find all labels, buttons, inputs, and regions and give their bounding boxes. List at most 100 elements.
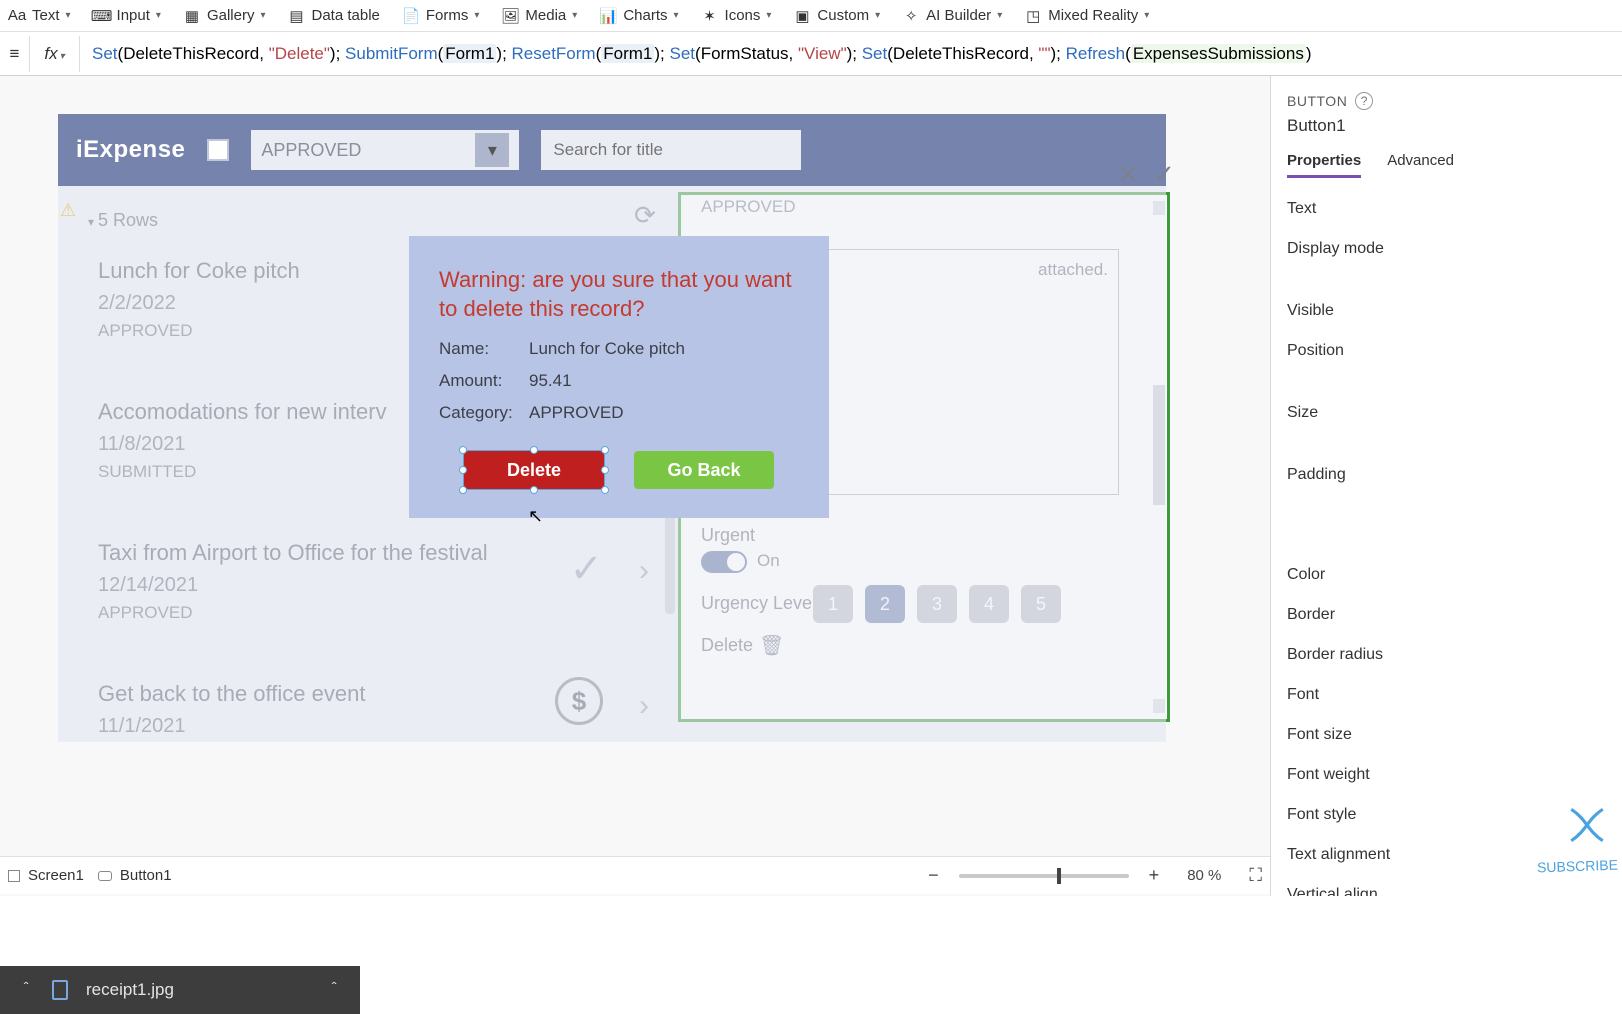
breadcrumb-label: Button1 <box>120 867 172 884</box>
chevron-right-icon[interactable]: › <box>639 689 649 723</box>
ribbon-gallery-label: Gallery <box>207 7 255 24</box>
ribbon-text[interactable]: AaText▾ <box>8 7 71 25</box>
prop-row-fontweight[interactable]: Font weight <box>1287 766 1622 784</box>
selection-handle[interactable] <box>601 486 609 494</box>
tab-properties[interactable]: Properties <box>1287 152 1361 178</box>
dialog-field-label: Amount: <box>439 371 529 391</box>
dna-logo-icon <box>1566 804 1608 846</box>
list-item-status: APPROVED <box>98 603 653 623</box>
scroll-thumb[interactable] <box>1153 385 1165 505</box>
scroll-down-icon[interactable] <box>1153 699 1165 713</box>
zoom-slider-thumb[interactable] <box>1057 868 1061 884</box>
formula-input[interactable]: Set(DeleteThisRecord, "Delete"); SubmitF… <box>80 44 1622 64</box>
app-canvas[interactable]: iExpense APPROVED ▾ ⚠ ▾5 Rows ⟳ Lunch fo… <box>58 114 1166 742</box>
close-icon[interactable]: ✕ <box>1117 159 1139 190</box>
filter-dropdown[interactable]: APPROVED ▾ <box>251 130 519 170</box>
aibuilder-icon: ✧ <box>902 7 920 25</box>
selection-handle[interactable] <box>459 466 467 474</box>
prop-row-border[interactable]: Border <box>1287 606 1622 624</box>
dropdown-chevron-icon[interactable]: ▾ <box>475 133 509 167</box>
prop-row-position[interactable]: Position <box>1287 342 1622 360</box>
confirm-check-icon[interactable]: ✓ <box>1153 159 1175 190</box>
chevron-down-icon: ▾ <box>572 10 577 21</box>
ribbon-input[interactable]: ⌨Input▾ <box>93 7 161 25</box>
download-file-bar[interactable]: ＾ receipt1.jpg ＾ <box>0 966 360 1014</box>
dialog-warning-text: Warning: are you sure that you want to d… <box>409 236 829 333</box>
dialog-field-value: 95.41 <box>529 371 572 391</box>
dialog-field-value: APPROVED <box>529 403 623 423</box>
tab-advanced[interactable]: Advanced <box>1387 152 1454 178</box>
breadcrumb-screen[interactable]: Screen1 <box>8 867 84 884</box>
urgency-btn-5[interactable]: 5 <box>1021 585 1061 623</box>
zoom-out-button[interactable]: − <box>922 865 945 886</box>
help-icon[interactable]: ? <box>1355 92 1373 110</box>
ribbon-mixedreality[interactable]: ◳Mixed Reality▾ <box>1024 7 1149 25</box>
selection-handle[interactable] <box>459 486 467 494</box>
chevron-up-icon[interactable]: ＾ <box>326 978 342 1002</box>
properties-tabs: Properties Advanced <box>1287 152 1622 178</box>
prop-row-color[interactable]: Color <box>1287 566 1622 584</box>
ribbon-custom-label: Custom <box>817 7 869 24</box>
fx-button[interactable]: fx▾ <box>30 36 80 72</box>
prop-row-displaymode[interactable]: Display mode <box>1287 240 1622 258</box>
ribbon-custom[interactable]: ▣Custom▾ <box>793 7 880 25</box>
go-back-button[interactable]: Go Back <box>634 451 774 489</box>
ribbon-icons-label: Icons <box>725 7 761 24</box>
selection-handle[interactable] <box>459 446 467 454</box>
selection-handle[interactable] <box>601 446 609 454</box>
selection-handle[interactable] <box>530 446 538 454</box>
ribbon-datatable[interactable]: ▤Data table <box>288 7 380 25</box>
prop-row-borderradius[interactable]: Border radius <box>1287 646 1622 664</box>
selection-handle[interactable] <box>530 486 538 494</box>
ribbon-aibuilder[interactable]: ✧AI Builder▾ <box>902 7 1002 25</box>
list-item[interactable]: Taxi from Airport to Office for the fest… <box>88 526 663 641</box>
selection-handle[interactable] <box>601 466 609 474</box>
delete-label: Delete <box>701 635 753 656</box>
zoom-in-button[interactable]: + <box>1143 865 1166 886</box>
dialog-field-amount: Amount:95.41 <box>409 365 829 397</box>
chevron-down-icon: ▾ <box>60 51 65 62</box>
prop-row-visible[interactable]: Visible <box>1287 302 1622 320</box>
chevron-down-icon: ▾ <box>766 10 771 21</box>
ribbon-charts[interactable]: 📊Charts▾ <box>599 7 678 25</box>
ribbon-mixedreality-label: Mixed Reality <box>1048 7 1138 24</box>
ribbon-media[interactable]: 🖼Media▾ <box>501 7 577 25</box>
filter-checkbox[interactable] <box>207 139 229 161</box>
urgency-btn-2[interactable]: 2 <box>865 585 905 623</box>
chevron-down-icon[interactable]: ▾ <box>88 215 94 229</box>
ribbon-icons[interactable]: ✶Icons▾ <box>701 7 772 25</box>
urgency-btn-1[interactable]: 1 <box>813 585 853 623</box>
prop-row-fontsize[interactable]: Font size <box>1287 726 1622 744</box>
ribbon-gallery[interactable]: ▦ Gallery ▾ <box>183 7 266 25</box>
urgent-label: Urgent <box>701 525 755 546</box>
formula-bar: ≡ fx▾ Set(DeleteThisRecord, "Delete"); S… <box>0 32 1622 76</box>
refresh-icon[interactable]: ⟳ <box>628 198 662 232</box>
zoom-slider[interactable] <box>959 874 1129 878</box>
delete-button[interactable]: Delete <box>464 451 604 489</box>
fit-to-window-icon[interactable]: ⛶ <box>1249 865 1262 886</box>
prop-row-size[interactable]: Size <box>1287 404 1622 422</box>
control-name[interactable]: Button1 <box>1287 116 1622 136</box>
prop-row-padding[interactable]: Padding <box>1287 466 1622 484</box>
gallery-icon: ▦ <box>183 7 201 25</box>
prop-row-text[interactable]: Text <box>1287 200 1622 218</box>
prop-row-font[interactable]: Font <box>1287 686 1622 704</box>
urgency-btn-3[interactable]: 3 <box>917 585 957 623</box>
dollar-icon[interactable]: $ <box>555 677 603 725</box>
ribbon-forms[interactable]: 📄Forms▾ <box>402 7 480 25</box>
checkmark-icon[interactable]: ✓ <box>569 546 603 592</box>
list-item[interactable]: Get back to the office event 11/1/2021 $… <box>88 667 663 756</box>
chevron-right-icon[interactable]: › <box>639 554 649 588</box>
urgent-toggle[interactable] <box>701 551 747 573</box>
charts-icon: 📊 <box>599 7 617 25</box>
chevron-up-icon[interactable]: ＾ <box>18 978 34 1002</box>
trash-icon[interactable]: 🗑 <box>759 633 784 658</box>
urgency-btn-4[interactable]: 4 <box>969 585 1009 623</box>
warning-triangle-icon: ⚠ <box>60 200 76 221</box>
scroll-up-icon[interactable] <box>1153 201 1165 215</box>
detail-scrollbar[interactable] <box>1153 201 1165 713</box>
detail-status-label: APPROVED <box>701 197 795 217</box>
formula-equals-button[interactable]: ≡ <box>0 36 30 72</box>
breadcrumb-button[interactable]: Button1 <box>98 867 172 884</box>
chevron-down-icon: ▾ <box>260 10 265 21</box>
